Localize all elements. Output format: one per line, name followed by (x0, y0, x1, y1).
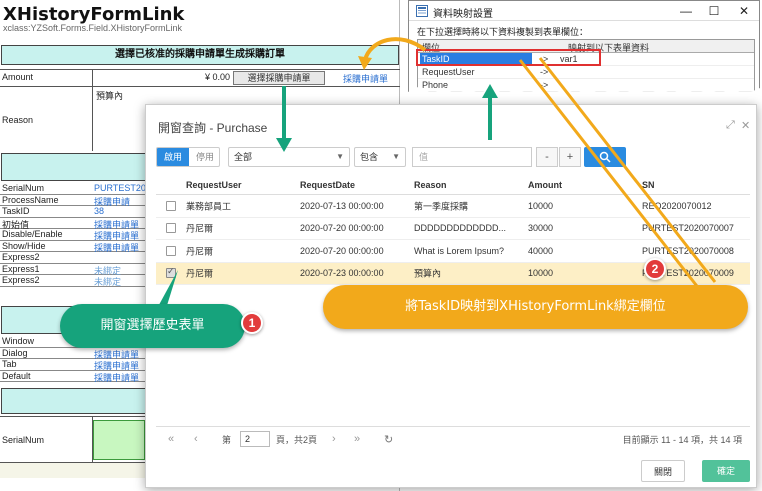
step2-callout: 將TaskID映射到XHistoryFormLink綁定欄位 (323, 285, 748, 329)
mapping-caption: 在下拉選擇時將以下資料複製到表單欄位： (417, 27, 589, 37)
page-suffix: 頁，共2頁 (276, 435, 318, 445)
table-row[interactable]: 業務部員工 2020-07-13 00:00:00 第一季度採購 10000 R… (156, 195, 750, 218)
highlight-box (416, 49, 601, 66)
row-checkbox[interactable] (166, 223, 176, 234)
last-page-icon[interactable]: » (354, 433, 360, 445)
maximize-button[interactable]: ☐ (699, 3, 729, 19)
amount-row: Amount ¥ 0.00 選擇採購申請單 採購申請單 (0, 69, 400, 87)
enable-tab[interactable]: 啟用 (157, 148, 189, 166)
confirm-button[interactable]: 確定 (702, 460, 750, 482)
mapping-window-title: 資料映射設置 (433, 9, 493, 20)
reason-value: 預算內 (96, 91, 124, 101)
modal-title: 開窗查詢 - Purchase (158, 121, 268, 135)
expand-icon[interactable]: ⤢ (726, 119, 735, 132)
app-icon (416, 5, 428, 17)
close-icon[interactable]: ✕ (741, 119, 750, 132)
remove-condition-button[interactable]: - (536, 147, 558, 167)
step2-badge: 2 (644, 258, 666, 280)
page-number-input[interactable]: 2 (240, 431, 270, 447)
add-condition-button[interactable]: + (559, 147, 581, 167)
form-title: XHistoryFormLink (3, 4, 185, 25)
search-button[interactable] (584, 147, 626, 167)
form-xclass: xclass:YZSoft.Forms.Field.XHistoryFormLi… (3, 23, 183, 33)
reason-label: Reason (2, 115, 34, 125)
step1-badge: 1 (241, 312, 263, 334)
row-checkbox[interactable] (166, 200, 176, 211)
serialnum-label: SerialNum (2, 435, 45, 445)
page-prefix: 第 (222, 435, 232, 445)
purchase-request-link[interactable]: 採購申請單 (343, 72, 388, 85)
chevron-down-icon: ▼ (392, 152, 400, 161)
amount-label: Amount (2, 72, 34, 82)
close-window-button[interactable]: ✕ (729, 3, 759, 19)
row-checkbox[interactable] (166, 245, 176, 256)
row-checkbox-checked[interactable] (166, 266, 176, 279)
close-button[interactable]: 關閉 (641, 460, 685, 482)
chevron-down-icon: ▼ (336, 152, 344, 161)
serialnum-field (93, 420, 145, 460)
refresh-icon[interactable]: ↻ (384, 433, 393, 446)
form-banner: 選擇已核准的採購申請單生成採購訂單 (1, 45, 399, 65)
disable-tab[interactable]: 停用 (189, 148, 219, 166)
amount-value: ¥ 0.00 (204, 72, 230, 82)
mapping-row[interactable]: RequestUser -> (418, 66, 754, 79)
minimize-button[interactable]: — (671, 3, 701, 19)
mapping-titlebar: 資料映射設置 — ☐ ✕ (409, 1, 759, 21)
value-input[interactable]: 值 (412, 147, 532, 167)
select-purchase-request-button[interactable]: 選擇採購申請單 (233, 71, 325, 85)
prev-page-icon[interactable]: ‹ (194, 433, 198, 445)
pagination-bar: « ‹ 第 2 頁，共2頁 › » ↻ 目前顯示 11 - 14 項，共 14 … (156, 426, 750, 450)
search-icon (599, 151, 611, 163)
status-toggle: 啟用 停用 (156, 147, 220, 167)
torn-edge (408, 86, 760, 104)
table-header: RequestUser RequestDate Reason Amount SN (156, 175, 750, 195)
operator-select[interactable]: 包含 ▼ (354, 147, 406, 167)
table-row[interactable]: 丹尼爾 2020-07-20 00:00:00 DDDDDDDDDDDDD...… (156, 218, 750, 240)
first-page-icon[interactable]: « (168, 433, 174, 445)
step1-callout: 開窗選擇歷史表單 (60, 304, 245, 348)
scope-select[interactable]: 全部 ▼ (228, 147, 350, 167)
paging-status: 目前顯示 11 - 14 項，共 14 項 (622, 435, 742, 445)
next-page-icon[interactable]: › (332, 433, 336, 445)
